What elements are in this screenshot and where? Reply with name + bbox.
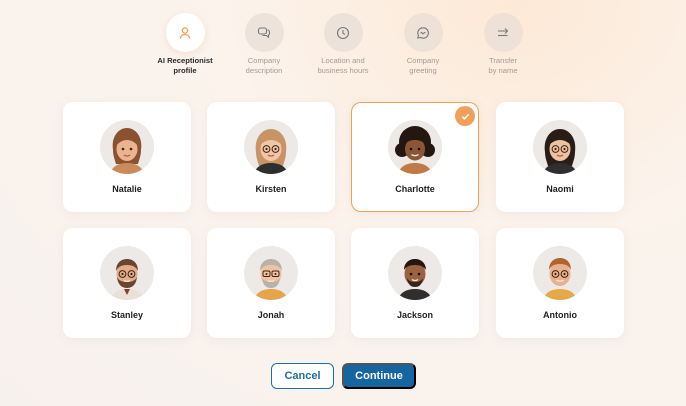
profile-card-natalie[interactable]: Natalie bbox=[63, 102, 191, 212]
profile-name: Kirsten bbox=[255, 184, 287, 194]
progress-stepper: AI Receptionist profile Company descript… bbox=[0, 13, 686, 83]
profile-card-antonio[interactable]: Antonio bbox=[496, 228, 624, 338]
avatar bbox=[388, 246, 442, 300]
profile-card-naomi[interactable]: Naomi bbox=[496, 102, 624, 212]
avatar bbox=[388, 120, 442, 174]
profile-name: Jackson bbox=[396, 310, 434, 320]
arrows-transfer-icon bbox=[483, 13, 523, 52]
continue-button[interactable]: Continue bbox=[342, 363, 416, 389]
profile-card-jackson[interactable]: Jackson bbox=[351, 228, 479, 338]
avatar bbox=[100, 246, 154, 300]
step-label: Transfer by name bbox=[488, 56, 518, 75]
cancel-button[interactable]: Cancel bbox=[271, 363, 334, 389]
profile-card-kirsten[interactable]: Kirsten bbox=[207, 102, 335, 212]
person-icon bbox=[165, 13, 205, 52]
avatar bbox=[100, 120, 154, 174]
avatar bbox=[533, 120, 587, 174]
avatar bbox=[244, 120, 298, 174]
step-transfer-by-name[interactable]: Transfer by name bbox=[453, 13, 553, 75]
profile-card-stanley[interactable]: Stanley bbox=[63, 228, 191, 338]
checkmark-icon bbox=[455, 106, 475, 126]
avatar bbox=[533, 246, 587, 300]
profile-card-jonah[interactable]: Jonah bbox=[207, 228, 335, 338]
avatar bbox=[244, 246, 298, 300]
profile-name: Stanley bbox=[110, 310, 143, 320]
profile-name: Natalie bbox=[112, 184, 142, 194]
clock-icon bbox=[323, 13, 363, 52]
chat-dots-icon bbox=[403, 13, 443, 52]
profile-name: Antonio bbox=[543, 310, 577, 320]
profile-name: Naomi bbox=[546, 184, 574, 194]
profile-name: Charlotte bbox=[395, 184, 435, 194]
chat-bubbles-icon bbox=[244, 13, 284, 52]
profile-card-charlotte[interactable]: Charlotte bbox=[351, 102, 479, 212]
profile-name: Jonah bbox=[257, 310, 285, 320]
